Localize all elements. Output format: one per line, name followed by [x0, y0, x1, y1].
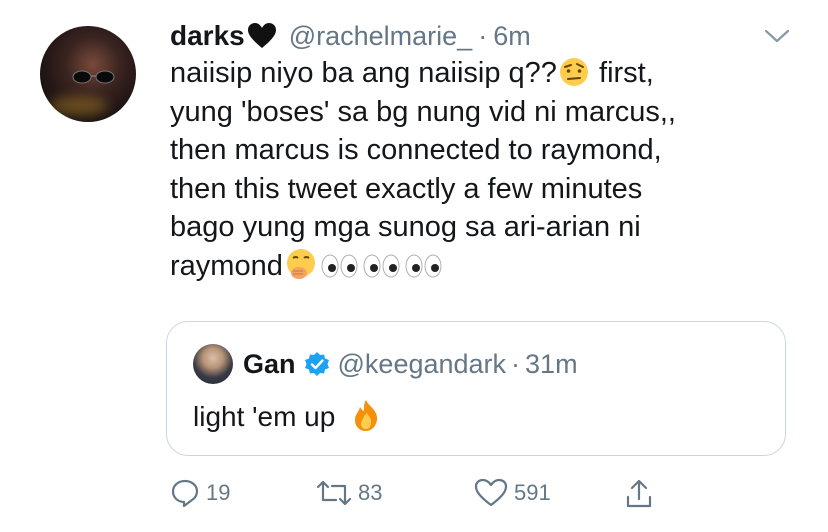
display-name[interactable]: darks — [170, 20, 245, 52]
tweet-text-line-5: then this tweet exactly a few minutes — [170, 172, 643, 205]
tweet-text-line-7: raymond — [170, 249, 283, 282]
quoted-tweet-text: light 'em up — [193, 398, 381, 433]
tweet-header: darks @rachelmarie_ · 6m — [170, 16, 531, 56]
tweet-actions: 19 83 591 — [166, 478, 786, 514]
raised-eyebrow-face-icon — [559, 58, 588, 86]
reply-icon — [171, 479, 199, 508]
tweet-text-line-6: bago yung mga sunog sa ari-arian ni — [170, 211, 641, 243]
tweet-text-line-2: first, — [590, 57, 654, 89]
quoted-separator-dot: · — [511, 348, 521, 379]
reply-count: 19 — [206, 480, 231, 505]
chevron-down-icon[interactable] — [764, 28, 790, 44]
avatar-light — [48, 96, 108, 116]
handle[interactable]: @rachelmarie_ — [289, 21, 472, 52]
separator-dot: · — [478, 20, 488, 51]
reply-button[interactable]: 19 — [170, 478, 230, 508]
quoted-handle[interactable]: @keegandark — [338, 349, 507, 380]
eyes-icon — [321, 254, 358, 277]
eyes-icon — [363, 254, 400, 277]
quoted-avatar[interactable] — [193, 344, 233, 384]
quoted-tweet-text-content: light 'em up — [193, 401, 336, 432]
quoted-tweet-header: Gan @keegandark · 31m — [193, 344, 578, 384]
tweet-text: naiisip niyo ba ang naiisip q?? first, y… — [170, 54, 790, 285]
hand-over-mouth-face-icon — [286, 248, 315, 279]
quoted-timestamp[interactable]: 31m — [525, 349, 578, 380]
eyes-icon — [405, 254, 442, 277]
sunglasses-icon — [72, 70, 115, 84]
heart-outline-icon — [474, 478, 508, 507]
timestamp[interactable]: 6m — [493, 21, 531, 52]
quoted-display-name[interactable]: Gan — [243, 349, 296, 380]
tweet-text-line-3: yung 'boses' sa bg nung vid ni marcus,, — [170, 95, 676, 128]
tweet-text-line-1: naiisip niyo ba ang naiisip q?? — [170, 57, 557, 89]
retweet-icon — [316, 480, 352, 506]
share-icon — [626, 479, 652, 508]
retweet-count: 83 — [358, 480, 383, 505]
verified-badge-icon — [304, 352, 329, 376]
avatar[interactable] — [40, 26, 136, 122]
fire-icon — [355, 400, 378, 431]
quoted-tweet-card[interactable]: Gan @keegandark · 31m light 'em up — [166, 321, 786, 456]
tweet-text-line-4: then marcus is connected to raymond, — [170, 134, 662, 166]
like-count: 591 — [514, 480, 551, 505]
like-button[interactable]: 591 — [474, 478, 551, 508]
black-heart-icon — [247, 23, 276, 48]
retweet-button[interactable]: 83 — [316, 478, 382, 508]
share-button[interactable] — [624, 478, 660, 510]
